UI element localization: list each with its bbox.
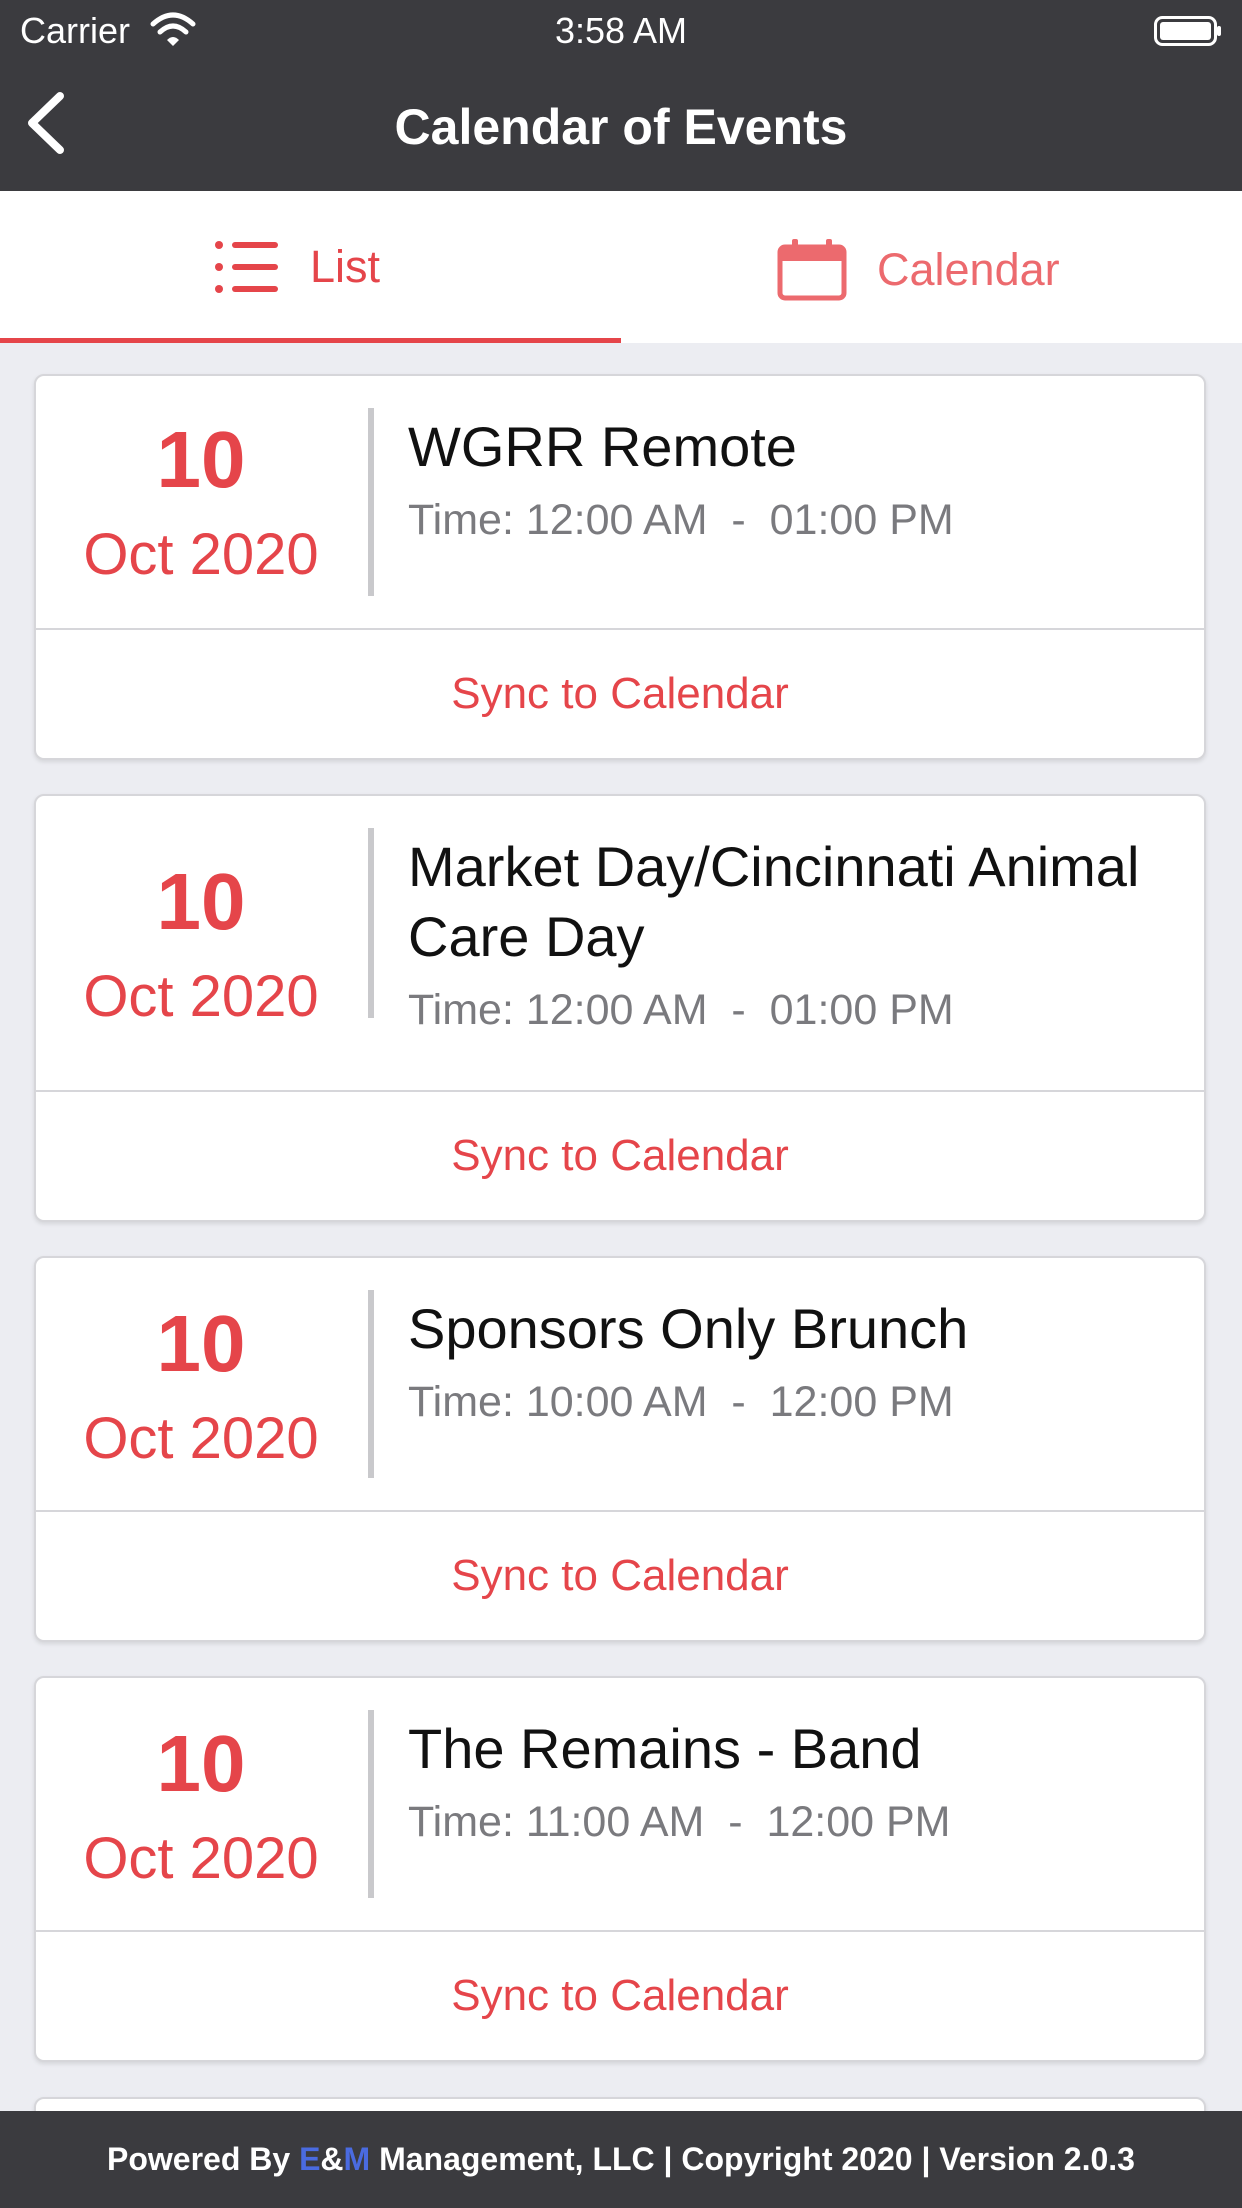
event-title: WGRR Remote (408, 415, 797, 478)
event-details: WGRR Remote Time: 12:00 AM - 01:00 PM (408, 412, 1184, 545)
sync-to-calendar-button[interactable]: Sync to Calendar (36, 1092, 1204, 1220)
footer-suffix: Management, LLC | Copyright 2020 | Versi… (370, 2141, 1135, 2177)
footer: Powered By E&M Management, LLC | Copyrig… (0, 2111, 1242, 2208)
event-card: 10 Oct 2020 WGRR Remote Time: 12:00 AM -… (34, 374, 1206, 760)
footer-prefix: Powered By (107, 2141, 300, 2177)
event-date: 10 Oct 2020 (36, 420, 366, 584)
event-day: 10 (156, 1299, 246, 1388)
sync-to-calendar-button[interactable]: Sync to Calendar (36, 1932, 1204, 2060)
tab-calendar[interactable]: Calendar (621, 191, 1242, 343)
brand-e: E (299, 2141, 321, 2177)
date-divider (368, 828, 374, 1018)
event-time: Time: 12:00 AM - 01:00 PM (408, 496, 954, 544)
event-date: 10 Oct 2020 (36, 862, 366, 1026)
tab-calendar-label: Calendar (877, 244, 1060, 295)
event-day: 10 (156, 1719, 246, 1808)
brand-m: M (343, 2141, 371, 2177)
event-month: Oct 2020 (83, 1406, 319, 1471)
view-tabs: List Calendar (0, 191, 1242, 343)
status-bar: Carrier 3:58 AM (0, 0, 1242, 62)
event-date: 10 Oct 2020 (36, 1724, 366, 1888)
event-details: Sponsors Only Brunch Time: 10:00 AM - 12… (408, 1294, 1184, 1427)
sync-to-calendar-button[interactable]: Sync to Calendar (36, 630, 1204, 758)
event-list: 10 Oct 2020 WGRR Remote Time: 12:00 AM -… (0, 343, 1242, 2111)
event-card: 10 Oct 2020 Market Day/Cincinnati Animal… (34, 794, 1206, 1222)
top-bar: Carrier 3:58 AM Calendar of Events (0, 0, 1242, 191)
page-title: Calendar of Events (394, 99, 848, 155)
sync-to-calendar-button[interactable]: Sync to Calendar (36, 1512, 1204, 1640)
status-time: 3:58 AM (554, 10, 688, 51)
event-info: 10 Oct 2020 The Remains - Band Time: 11:… (36, 1678, 1204, 1932)
event-title: Sponsors Only Brunch (408, 1297, 969, 1360)
event-time: Time: 11:00 AM - 12:00 PM (408, 1798, 951, 1846)
event-month: Oct 2020 (83, 964, 319, 1029)
event-info: 10 Oct 2020 WGRR Remote Time: 12:00 AM -… (36, 376, 1204, 630)
date-divider (368, 408, 374, 596)
brand-amp: & (320, 2141, 344, 2177)
event-month: Oct 2020 (83, 522, 319, 587)
event-time: Time: 12:00 AM - 01:00 PM (408, 986, 954, 1034)
date-divider (368, 1710, 374, 1898)
event-details: Market Day/Cincinnati Animal Care Day Ti… (408, 832, 1184, 1035)
date-divider (368, 1290, 374, 1478)
event-title: Market Day/Cincinnati Animal Care Day (408, 835, 1140, 968)
event-day: 10 (156, 415, 246, 504)
tab-list[interactable]: List (0, 191, 621, 343)
event-date: 10 Oct 2020 (36, 1304, 366, 1468)
event-day: 10 (156, 857, 246, 946)
event-info: 10 Oct 2020 Sponsors Only Brunch Time: 1… (36, 1258, 1204, 1512)
event-details: The Remains - Band Time: 11:00 AM - 12:0… (408, 1714, 1184, 1847)
event-title: The Remains - Band (408, 1717, 922, 1780)
calendar-icon (777, 239, 847, 301)
navigation-bar: Calendar of Events (0, 62, 1242, 191)
event-info: 10 Oct 2020 Market Day/Cincinnati Animal… (36, 796, 1204, 1092)
event-month: Oct 2020 (83, 1826, 319, 1891)
event-card: 10 Oct 2020 Sponsors Only Brunch Time: 1… (34, 1256, 1206, 1642)
event-card-partial (34, 2097, 1206, 2111)
list-icon (215, 241, 278, 293)
tab-list-label: List (310, 241, 381, 292)
event-card: 10 Oct 2020 The Remains - Band Time: 11:… (34, 1676, 1206, 2062)
battery-icon (1154, 16, 1221, 46)
event-time: Time: 10:00 AM - 12:00 PM (408, 1378, 954, 1426)
